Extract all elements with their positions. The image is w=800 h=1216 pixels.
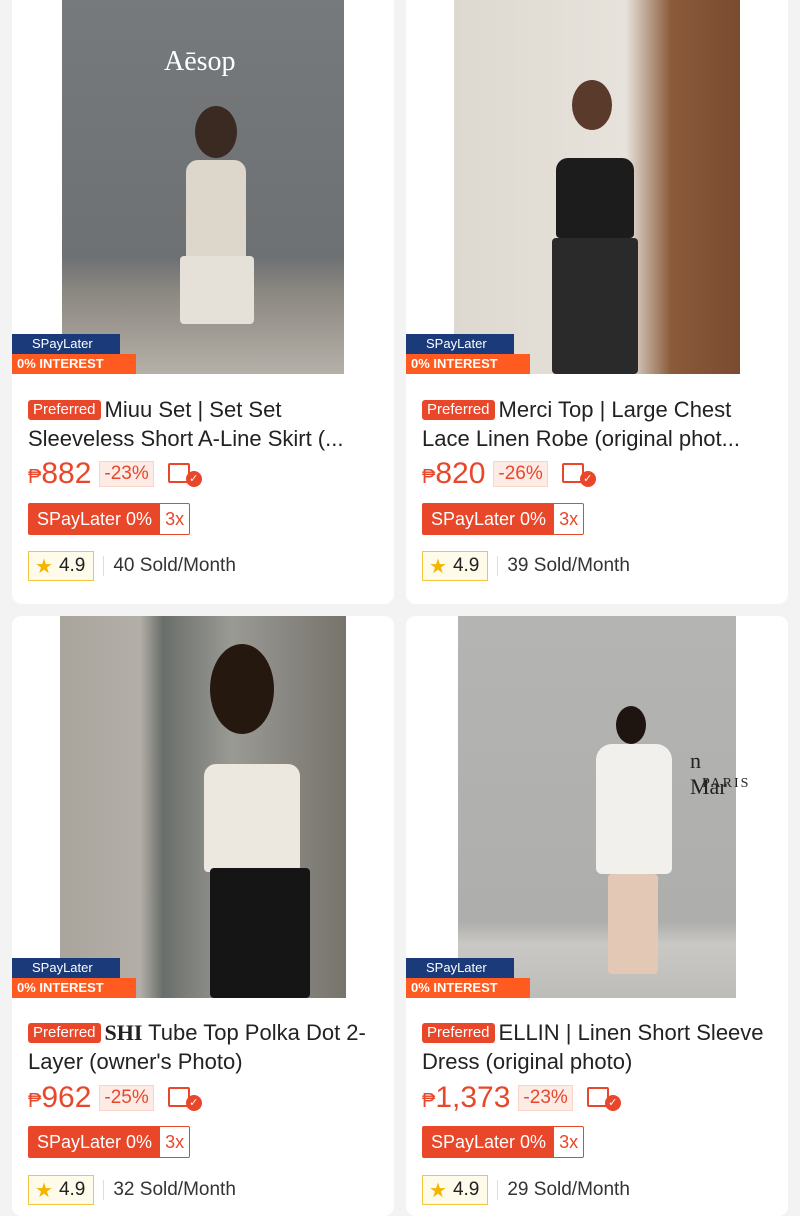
star-icon: ★ xyxy=(35,1179,53,1202)
product-price: ₱1,373 xyxy=(422,1081,510,1115)
rating-badge: ★ 4.9 xyxy=(422,551,489,581)
voucher-check-icon: ✓ xyxy=(167,461,202,487)
spaylater-installment-tag: SPayLater 0% 3x xyxy=(28,1126,191,1158)
rating-badge: ★ 4.9 xyxy=(28,1175,95,1205)
badge-interest-text: 0% INTEREST xyxy=(406,354,530,374)
price-row: ₱1,373 -23% ✓ xyxy=(422,1078,621,1118)
product-photo xyxy=(60,616,346,998)
rating-row: ★ 4.9 32 Sold/Month xyxy=(28,1174,236,1206)
installment-count: 3x xyxy=(559,509,579,529)
badge-spaylater-text: SPayLater xyxy=(406,334,514,354)
discount-badge: -23% xyxy=(99,461,154,487)
product-title[interactable]: Preferred Miuu Set | Set Set Sleeveless S… xyxy=(28,395,380,453)
badge-spaylater-text: SPayLater xyxy=(12,958,120,978)
product-title[interactable]: Preferred Merci Top | Large Chest Lace Li… xyxy=(422,395,774,453)
product-photo: Aēsop xyxy=(62,0,344,374)
product-image[interactable]: SPayLater 0% INTEREST xyxy=(406,0,788,374)
rating-value: 4.9 xyxy=(452,555,480,576)
preferred-badge: Preferred xyxy=(422,400,495,420)
product-card[interactable]: SPayLater 0% INTEREST Preferred SHI Tube … xyxy=(12,616,394,1216)
rating-value: 4.9 xyxy=(452,1179,480,1200)
preferred-badge: Preferred xyxy=(422,1023,495,1043)
spaylater-badge: SPayLater 0% INTEREST xyxy=(12,334,136,374)
price-value: 882 xyxy=(41,457,92,490)
rating-value: 4.9 xyxy=(58,555,86,576)
sold-count: 39 Sold/Month xyxy=(507,555,630,576)
divider xyxy=(103,1180,105,1200)
product-image[interactable]: n Mar PARIS SPayLater 0% INTEREST xyxy=(406,616,788,998)
photo-storefront-subtext: PARIS xyxy=(702,776,751,791)
product-card[interactable]: SPayLater 0% INTEREST Preferred Merci Top… xyxy=(406,0,788,604)
spaylater-label: SPayLater 0% xyxy=(423,504,555,534)
spaylater-label: SPayLater 0% xyxy=(29,504,161,534)
rating-badge: ★ 4.9 xyxy=(422,1175,489,1205)
badge-spaylater-text: SPayLater xyxy=(406,958,514,978)
product-title[interactable]: Preferred SHI Tube Top Polka Dot 2-Layer … xyxy=(28,1018,380,1076)
spaylater-badge: SPayLater 0% INTEREST xyxy=(12,958,136,998)
photo-brand-text: Aēsop xyxy=(164,46,236,77)
installment-count: 3x xyxy=(559,1132,579,1152)
star-icon: ★ xyxy=(429,1179,447,1202)
divider xyxy=(497,556,499,576)
currency-symbol: ₱ xyxy=(422,466,436,488)
spaylater-label: SPayLater 0% xyxy=(29,1127,161,1157)
badge-interest-text: 0% INTEREST xyxy=(406,978,530,998)
currency-symbol: ₱ xyxy=(28,1090,42,1112)
rating-row: ★ 4.9 39 Sold/Month xyxy=(422,550,630,582)
discount-badge: -23% xyxy=(518,1085,573,1111)
product-photo: n Mar PARIS xyxy=(458,616,748,998)
spaylater-installment-tag: SPayLater 0% 3x xyxy=(422,1126,585,1158)
star-icon: ★ xyxy=(429,555,447,578)
badge-interest-text: 0% INTEREST xyxy=(12,354,136,374)
price-row: ₱820 -26% ✓ xyxy=(422,454,596,494)
star-icon: ★ xyxy=(35,555,53,578)
product-brand: SHI xyxy=(104,1020,143,1045)
divider xyxy=(497,1180,499,1200)
price-value: 1,373 xyxy=(435,1081,511,1114)
rating-row: ★ 4.9 40 Sold/Month xyxy=(28,550,236,582)
spaylater-label: SPayLater 0% xyxy=(423,1127,555,1157)
discount-badge: -26% xyxy=(493,461,548,487)
installment-count: 3x xyxy=(165,1132,185,1152)
photo-storefront-text: n Mar xyxy=(690,748,727,799)
voucher-check-icon: ✓ xyxy=(167,1085,202,1111)
spaylater-installment-tag: SPayLater 0% 3x xyxy=(422,503,585,535)
badge-spaylater-text: SPayLater xyxy=(12,334,120,354)
product-card[interactable]: Aēsop SPayLater 0% INTEREST Preferred Miu… xyxy=(12,0,394,604)
spaylater-badge: SPayLater 0% INTEREST xyxy=(406,958,530,998)
discount-badge: -25% xyxy=(99,1085,154,1111)
product-photo xyxy=(454,0,740,374)
rating-value: 4.9 xyxy=(58,1179,86,1200)
spaylater-installment-tag: SPayLater 0% 3x xyxy=(28,503,191,535)
preferred-badge: Preferred xyxy=(28,400,101,420)
voucher-check-icon: ✓ xyxy=(586,1085,621,1111)
rating-badge: ★ 4.9 xyxy=(28,551,95,581)
spaylater-badge: SPayLater 0% INTEREST xyxy=(406,334,530,374)
preferred-badge: Preferred xyxy=(28,1023,101,1043)
divider xyxy=(103,556,105,576)
product-image[interactable]: Aēsop SPayLater 0% INTEREST xyxy=(12,0,394,374)
product-price: ₱820 xyxy=(422,457,485,491)
price-value: 820 xyxy=(435,457,486,490)
sold-count: 32 Sold/Month xyxy=(113,1179,236,1200)
badge-interest-text: 0% INTEREST xyxy=(12,978,136,998)
sold-count: 40 Sold/Month xyxy=(113,555,236,576)
product-price: ₱962 xyxy=(28,1081,91,1115)
product-image[interactable]: SPayLater 0% INTEREST xyxy=(12,616,394,998)
installment-count: 3x xyxy=(165,509,185,529)
product-price: ₱882 xyxy=(28,457,91,491)
currency-symbol: ₱ xyxy=(28,466,42,488)
price-value: 962 xyxy=(41,1081,92,1114)
rating-row: ★ 4.9 29 Sold/Month xyxy=(422,1174,630,1206)
product-title[interactable]: Preferred ELLIN | Linen Short Sleeve Dres… xyxy=(422,1018,774,1076)
currency-symbol: ₱ xyxy=(422,1090,436,1112)
price-row: ₱882 -23% ✓ xyxy=(28,454,202,494)
price-row: ₱962 -25% ✓ xyxy=(28,1078,202,1118)
sold-count: 29 Sold/Month xyxy=(507,1179,630,1200)
voucher-check-icon: ✓ xyxy=(561,461,596,487)
product-card[interactable]: n Mar PARIS SPayLater 0% INTEREST Prefer… xyxy=(406,616,788,1216)
